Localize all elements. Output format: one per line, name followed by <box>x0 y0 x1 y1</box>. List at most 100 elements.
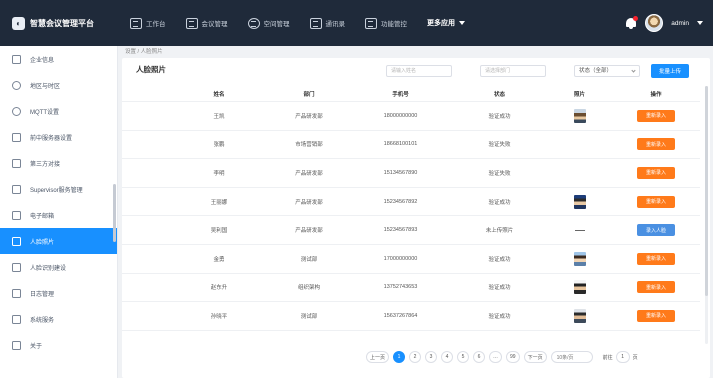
sidebar-item-face-recognition[interactable]: 人脸识别建设 <box>0 254 117 280</box>
cell-status: 验证失败 <box>488 142 511 149</box>
re-enroll-button[interactable]: 重新录入 <box>637 309 675 322</box>
table-row: 张鹏 市场营销部 18668100101 验证失败 重新录入 <box>122 131 700 160</box>
re-enroll-button[interactable]: 重新录入 <box>637 138 675 151</box>
no-photo-dash <box>574 229 585 231</box>
face-photo-thumbnail[interactable] <box>573 251 586 266</box>
re-enroll-button[interactable]: 重新录入 <box>637 281 675 294</box>
topnav-more-apps[interactable]: 更多应用 <box>427 18 465 28</box>
sidebar-item-region-timezone[interactable]: 地区与时区 <box>0 72 117 98</box>
cell-name: 吴利国 <box>210 228 228 235</box>
sidebar-item-mqtt[interactable]: MQTT设置 <box>0 98 117 124</box>
cell-phone: 15134567890 <box>383 169 418 176</box>
sidebar-item-label: 地区与时区 <box>30 83 61 90</box>
sidebar-item-supervisor[interactable]: Supervisor服务管理 <box>0 176 117 202</box>
gear-icon <box>12 106 21 116</box>
status-select[interactable]: 状态（全部） <box>574 65 640 77</box>
cell-name: 赵东升 <box>210 285 228 292</box>
topnav-controls[interactable]: 功能管控 <box>365 17 407 29</box>
column-header-name: 姓名 <box>213 91 225 98</box>
column-header-department: 部门 <box>303 91 315 98</box>
page-ellipsis[interactable]: … <box>489 351 503 363</box>
face-scan-icon <box>12 262 21 272</box>
jump-suffix: 页 <box>632 354 638 361</box>
cell-action: 重新录入 <box>612 166 700 179</box>
re-enroll-button[interactable]: 重新录入 <box>637 166 675 179</box>
sidebar-item-system-service[interactable]: 系统服务 <box>0 306 117 332</box>
cell-phone: 15234567893 <box>383 227 418 234</box>
sidebar-item-logs[interactable]: 日志管理 <box>0 280 117 306</box>
sidebar-item-email[interactable]: 电子邮箱 <box>0 202 117 228</box>
globe-icon <box>12 80 21 90</box>
prev-page-button[interactable]: 上一页 <box>366 351 390 363</box>
table-row: 孙晓平 测试部 15637267864 验证成功 重新录入 <box>122 302 700 331</box>
re-enroll-button[interactable]: 重新录入 <box>637 195 675 208</box>
table-scrollbar[interactable] <box>705 86 708 344</box>
bell-icon[interactable] <box>625 15 639 30</box>
topnav-spaces[interactable]: 空间管理 <box>247 17 290 29</box>
cell-name: 金勇 <box>213 256 225 263</box>
page-button[interactable]: 2 <box>409 351 422 363</box>
cell-photo <box>547 194 612 209</box>
sidebar-item-server-settings[interactable]: 前中服务器设置 <box>0 124 117 150</box>
page-button[interactable]: 1 <box>393 351 406 363</box>
cell-action: 重新录入 <box>612 195 700 208</box>
re-enroll-button[interactable]: 重新录入 <box>637 109 675 122</box>
page-button[interactable]: 4 <box>441 351 454 363</box>
chevron-down-icon <box>459 21 465 25</box>
cell-action: 重新录入 <box>612 138 700 151</box>
document-icon <box>12 184 21 194</box>
sidebar-scrollbar[interactable] <box>113 184 116 242</box>
page-size-select[interactable]: 10条/页 <box>550 351 593 363</box>
topnav-meetings[interactable]: 会议管理 <box>185 17 228 29</box>
cell-status: 验证失败 <box>488 170 511 177</box>
sidebar-item-company-info[interactable]: 企业信息 <box>0 46 117 72</box>
image-icon <box>12 236 21 246</box>
face-photo-thumbnail[interactable] <box>573 308 586 323</box>
sidebar-item-face-photos[interactable]: 人脸照片 <box>0 228 117 254</box>
enroll-face-button[interactable]: 录入人脸 <box>637 224 675 237</box>
page-size-value: 10条/页 <box>556 354 574 361</box>
sidebar-item-about[interactable]: 关于 <box>0 332 117 358</box>
table-body: 王凯 产品研发部 18000000000 验证成功 重新录入 张鹏 市场营销部 1866810… <box>122 102 700 331</box>
cell-department: 产品研发部 <box>295 113 323 120</box>
cell-status: 验证成功 <box>488 256 511 263</box>
cell-phone: 18000000000 <box>383 112 418 119</box>
department-filter-input[interactable] <box>480 65 546 77</box>
page-button[interactable]: 3 <box>425 351 438 363</box>
username[interactable]: admin <box>671 20 689 27</box>
topnav-contacts[interactable]: 通讯录 <box>309 17 346 29</box>
log-icon <box>12 288 21 298</box>
chevron-down-icon[interactable] <box>697 21 703 25</box>
re-enroll-button[interactable]: 重新录入 <box>637 252 675 265</box>
sidebar-item-third-party[interactable]: 第三方对接 <box>0 150 117 176</box>
cell-department: 产品研发部 <box>295 199 323 206</box>
cell-department: 组织架构 <box>297 285 320 292</box>
cell-name: 王凯 <box>213 113 225 120</box>
cell-name: 王丽娜 <box>210 199 228 206</box>
avatar[interactable] <box>645 14 664 32</box>
top-bar: ◐ 智慧会议管理平台 工作台 会议管理 空间管理 通讯录 功能管控 更多应用 a… <box>0 0 713 46</box>
face-photo-thumbnail[interactable] <box>573 108 586 123</box>
cell-department: 测试部 <box>300 256 318 263</box>
sidebar-item-label: 前中服务器设置 <box>30 135 73 142</box>
cell-status: 验证成功 <box>488 313 511 320</box>
page-button[interactable]: 99 <box>506 351 520 363</box>
face-photo-thumbnail[interactable] <box>573 194 586 209</box>
mail-icon <box>12 210 21 220</box>
next-page-button[interactable]: 下一页 <box>523 351 547 363</box>
brand[interactable]: ◐ 智慧会议管理平台 <box>0 0 118 46</box>
face-photo-thumbnail[interactable] <box>573 280 586 295</box>
sidebar-item-label: 系统服务 <box>30 317 55 324</box>
page-button[interactable]: 5 <box>457 351 470 363</box>
cell-department: 测试部 <box>300 313 318 320</box>
cell-photo <box>547 280 612 295</box>
batch-upload-button[interactable]: 批量上传 <box>651 64 689 78</box>
jump-page-input[interactable]: 1 <box>615 351 630 363</box>
sidebar-item-label: MQTT设置 <box>30 109 59 116</box>
topnav-workbench[interactable]: 工作台 <box>130 17 166 29</box>
sidebar-item-label: Supervisor服务管理 <box>30 187 83 194</box>
page-button[interactable]: 6 <box>473 351 486 363</box>
name-filter-input[interactable] <box>386 65 452 77</box>
topnav-label: 通讯录 <box>325 21 346 28</box>
cell-department: 市场营销部 <box>295 142 323 149</box>
